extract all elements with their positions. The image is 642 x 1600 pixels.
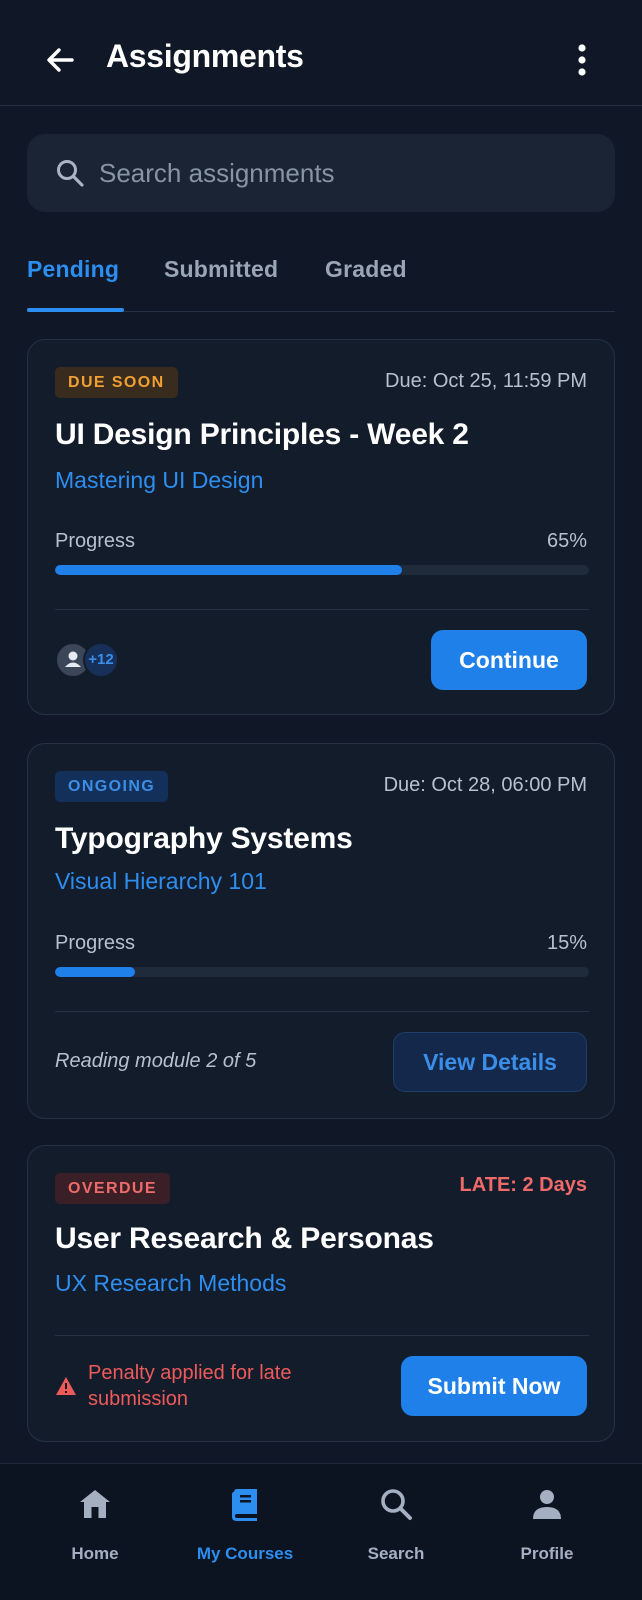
due-date: Due: Oct 28, 06:00 PM bbox=[383, 774, 587, 796]
assignment-title: UI Design Principles - Week 2 bbox=[55, 418, 469, 451]
tab-graded[interactable]: Graded bbox=[325, 256, 407, 283]
warning-icon bbox=[56, 1377, 76, 1395]
progress-bar bbox=[55, 565, 589, 575]
divider bbox=[55, 609, 589, 610]
page-title: Assignments bbox=[106, 38, 304, 74]
nav-item-home[interactable]: Home bbox=[15, 1464, 175, 1600]
progress-value: 15% bbox=[546, 932, 587, 954]
progress-note: Reading module 2 of 5 bbox=[55, 1050, 257, 1072]
penalty-warning: Penalty applied for late submission bbox=[55, 1360, 335, 1416]
penalty-text: Penalty applied for late submission bbox=[88, 1362, 292, 1410]
person-icon bbox=[533, 1490, 561, 1519]
search-icon bbox=[57, 160, 84, 187]
nav-label: Search bbox=[367, 1544, 425, 1563]
app-header: Assignments bbox=[0, 0, 642, 106]
more-vertical-icon bbox=[578, 44, 586, 76]
divider bbox=[55, 1335, 589, 1336]
course-link[interactable]: Visual Hierarchy 101 bbox=[55, 868, 267, 895]
back-button[interactable] bbox=[42, 42, 78, 78]
nav-item-my-courses[interactable]: My Courses bbox=[165, 1464, 325, 1600]
progress-value: 65% bbox=[546, 530, 587, 552]
assignment-card[interactable]: DUE SOON Due: Oct 25, 11:59 PM UI Design… bbox=[27, 339, 615, 715]
assignment-card[interactable]: ONGOING Due: Oct 28, 06:00 PM Typography… bbox=[27, 743, 615, 1119]
assignment-title: Typography Systems bbox=[55, 822, 353, 855]
status-badge: ONGOING bbox=[55, 771, 169, 802]
due-date: Due: Oct 25, 11:59 PM bbox=[385, 370, 587, 392]
status-badge: DUE SOON bbox=[55, 367, 178, 398]
bottom-navigation: Home My Courses Search Profile bbox=[0, 1463, 642, 1600]
course-link[interactable]: Mastering UI Design bbox=[55, 467, 263, 494]
view-details-button[interactable]: View Details bbox=[393, 1032, 587, 1092]
continue-button[interactable]: Continue bbox=[431, 630, 587, 690]
late-indicator: LATE: 2 Days bbox=[459, 1174, 587, 1196]
more-options-button[interactable] bbox=[568, 42, 596, 78]
submit-now-button[interactable]: Submit Now bbox=[401, 1356, 587, 1416]
status-badge: OVERDUE bbox=[55, 1173, 170, 1204]
arrow-left-icon bbox=[47, 48, 74, 72]
nav-label: My Courses bbox=[196, 1544, 294, 1563]
nav-item-search[interactable]: Search bbox=[316, 1464, 476, 1600]
progress-label: Progress bbox=[55, 932, 136, 954]
tab-submitted[interactable]: Submitted bbox=[164, 256, 278, 283]
course-link[interactable]: UX Research Methods bbox=[55, 1270, 286, 1297]
search-bar bbox=[27, 134, 615, 212]
progress-fill bbox=[55, 565, 403, 575]
tab-pending[interactable]: Pending bbox=[27, 256, 119, 283]
avatar-count: +12 bbox=[83, 642, 119, 678]
active-tab-indicator bbox=[27, 308, 124, 312]
search-icon bbox=[381, 1489, 412, 1520]
assignment-card[interactable]: OVERDUE LATE: 2 Days User Research & Per… bbox=[27, 1145, 615, 1442]
assignment-tabs: Pending Submitted Graded bbox=[27, 250, 615, 312]
progress-label: Progress bbox=[55, 530, 136, 552]
progress-bar bbox=[55, 967, 589, 977]
book-icon bbox=[232, 1489, 257, 1521]
assignment-title: User Research & Personas bbox=[55, 1222, 434, 1255]
search-input[interactable] bbox=[99, 150, 589, 196]
nav-item-profile[interactable]: Profile bbox=[467, 1464, 627, 1600]
nav-label: Home bbox=[71, 1544, 119, 1563]
nav-label: Profile bbox=[520, 1544, 574, 1563]
progress-fill bbox=[55, 967, 136, 977]
participant-avatars: +12 bbox=[55, 642, 135, 678]
home-icon bbox=[80, 1490, 110, 1518]
divider bbox=[55, 1011, 589, 1012]
